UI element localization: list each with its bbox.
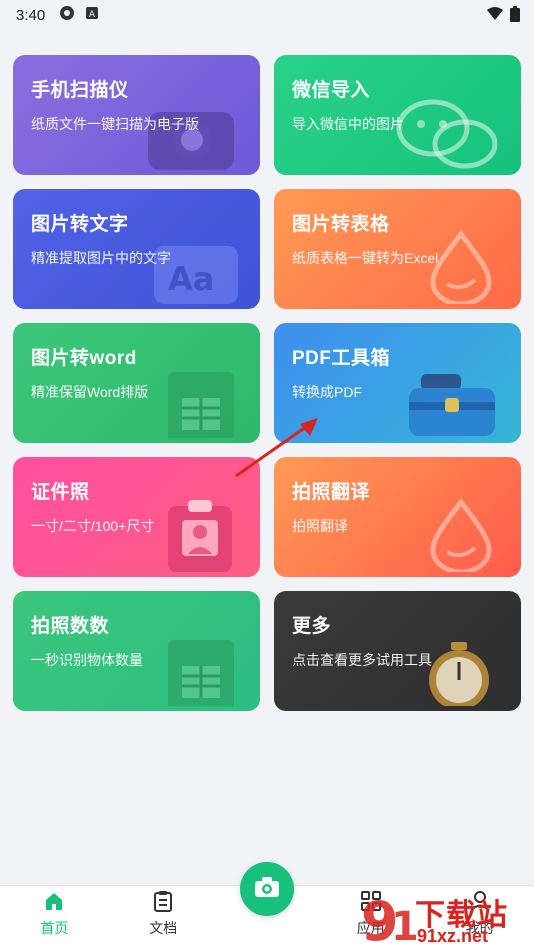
camera-icon xyxy=(254,876,280,903)
feature-grid: 手机扫描仪 纸质文件一键扫描为电子版 微信导入 导入微信中的图片 图片转文字 精… xyxy=(13,55,521,711)
drop-icon xyxy=(421,497,501,577)
svg-text:1: 1 xyxy=(391,904,417,950)
card-title: PDF工具箱 xyxy=(292,348,391,369)
card-subtitle: 一秒识别物体数量 xyxy=(31,652,143,668)
watermark-91-icon: 9 1 xyxy=(361,890,417,950)
status-time: 3:40 xyxy=(16,6,46,24)
a-badge-icon: A xyxy=(85,6,99,24)
card-image-to-text[interactable]: 图片转文字 精准提取图片中的文字 Aa xyxy=(13,189,260,309)
nav-label: 首页 xyxy=(40,920,69,936)
drop-icon xyxy=(421,229,501,309)
watermark-url: 91xz.net xyxy=(417,926,489,946)
card-image-to-table[interactable]: 图片转表格 纸质表格一键转为Excel xyxy=(274,189,521,309)
id-badge-icon xyxy=(156,496,240,577)
status-bar: 3:40 A xyxy=(0,0,534,30)
card-subtitle: 转换成PDF xyxy=(292,384,362,400)
card-subtitle: 导入微信中的图片 xyxy=(292,116,404,132)
card-image-to-word[interactable]: 图片转word 精准保留Word排版 xyxy=(13,323,260,443)
card-subtitle: 精准提取图片中的文字 xyxy=(31,250,171,266)
nav-documents[interactable]: 文档 xyxy=(128,890,198,938)
svg-text:A: A xyxy=(89,10,96,20)
card-title: 手机扫描仪 xyxy=(31,80,129,101)
card-more[interactable]: 更多 点击查看更多试用工具 xyxy=(274,591,521,711)
battery-icon xyxy=(510,6,520,26)
card-subtitle: 精准保留Word排版 xyxy=(31,384,149,400)
card-title: 图片转表格 xyxy=(292,214,390,235)
sheet-icon xyxy=(156,636,240,711)
card-title: 微信导入 xyxy=(292,80,371,101)
card-title: 拍照数数 xyxy=(31,616,110,637)
card-title: 图片转文字 xyxy=(31,214,129,235)
toolbox-icon xyxy=(401,368,501,443)
card-photo-count[interactable]: 拍照数数 一秒识别物体数量 xyxy=(13,591,260,711)
camera-button[interactable] xyxy=(240,862,294,916)
word-doc-icon xyxy=(156,368,240,443)
wechat-icon xyxy=(391,98,501,175)
card-subtitle: 纸质文件一键扫描为电子版 xyxy=(31,116,199,132)
card-wechat-import[interactable]: 微信导入 导入微信中的图片 xyxy=(274,55,521,175)
document-icon xyxy=(153,890,173,915)
card-subtitle: 一寸/二寸/100+尺寸 xyxy=(31,518,155,534)
card-subtitle: 点击查看更多试用工具 xyxy=(292,652,432,668)
home-icon xyxy=(43,890,65,915)
card-id-photo[interactable]: 证件照 一寸/二寸/100+尺寸 xyxy=(13,457,260,577)
card-title: 图片转word xyxy=(31,348,137,369)
card-title: 证件照 xyxy=(31,482,90,503)
android-icon xyxy=(59,5,75,25)
card-subtitle: 拍照翻译 xyxy=(292,518,348,534)
card-title: 更多 xyxy=(292,616,332,637)
annotation-arrow xyxy=(235,418,318,478)
watermark-logo: 9 1 下载站 91xz.net xyxy=(359,888,534,950)
nav-home[interactable]: 首页 xyxy=(19,890,89,938)
nav-label: 文档 xyxy=(149,920,178,936)
card-subtitle: 纸质表格一键转为Excel xyxy=(292,250,439,266)
card-scanner[interactable]: 手机扫描仪 纸质文件一键扫描为电子版 xyxy=(13,55,260,175)
scanner-camera-icon xyxy=(140,100,240,175)
wifi-icon xyxy=(486,7,504,25)
